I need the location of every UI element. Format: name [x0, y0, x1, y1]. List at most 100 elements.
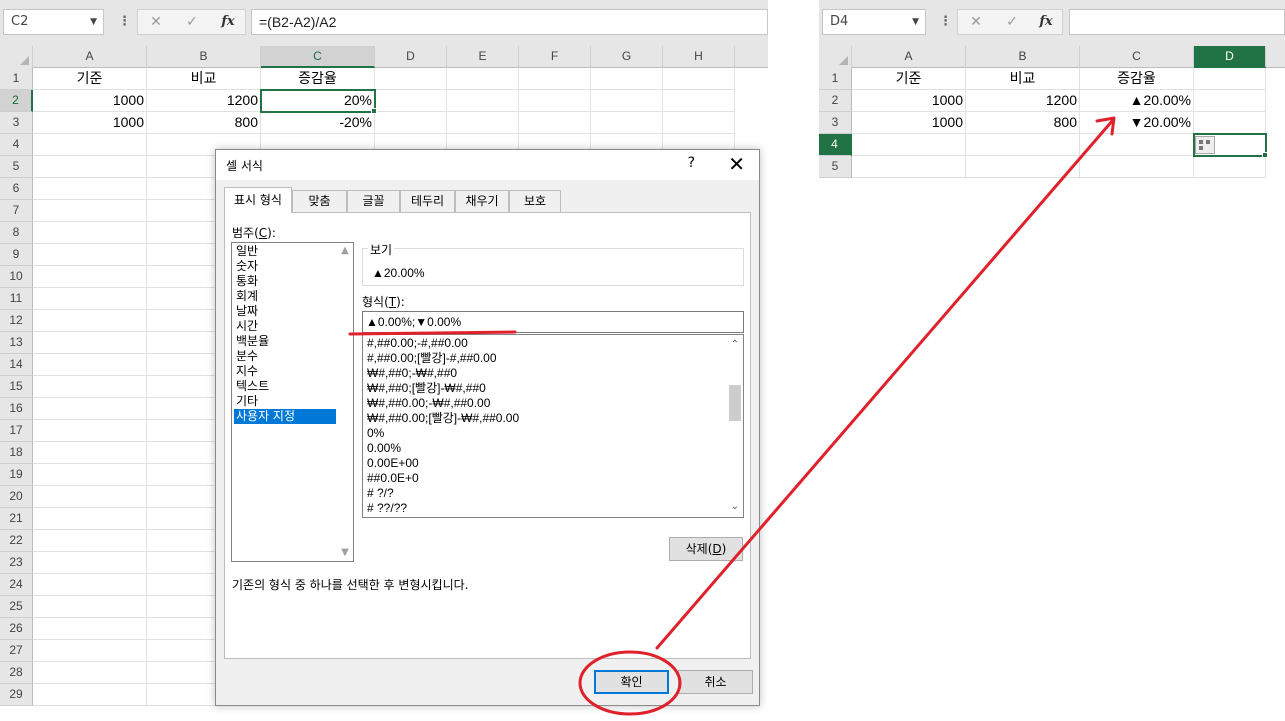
cell-a24[interactable]: [33, 574, 147, 596]
row-header-6[interactable]: 6: [0, 178, 33, 200]
row-header-4[interactable]: 4: [819, 134, 852, 156]
column-header-a[interactable]: A: [33, 46, 147, 68]
cancel-formula-button[interactable]: ✕: [962, 10, 990, 34]
formula-input[interactable]: [1069, 9, 1285, 35]
tab-fill[interactable]: 채우기: [455, 190, 509, 212]
row-header-25[interactable]: 25: [0, 596, 33, 618]
cell-a3[interactable]: 1000: [852, 112, 966, 134]
row-header-14[interactable]: 14: [0, 354, 33, 376]
cell-a15[interactable]: [33, 376, 147, 398]
cell-g1[interactable]: [591, 68, 663, 90]
row-header-9[interactable]: 9: [0, 244, 33, 266]
cell-f1[interactable]: [519, 68, 591, 90]
category-item[interactable]: 숫자: [234, 259, 336, 274]
cell-d2[interactable]: [375, 90, 447, 112]
cell-b3[interactable]: 800: [147, 112, 261, 134]
column-header-partial[interactable]: [1266, 46, 1285, 68]
row-header-1[interactable]: 1: [0, 68, 33, 90]
cell-g2[interactable]: [591, 90, 663, 112]
insert-function-button[interactable]: fx: [214, 10, 242, 34]
row-header-20[interactable]: 20: [0, 486, 33, 508]
tab-protection[interactable]: 보호: [509, 190, 561, 212]
category-item[interactable]: 회계: [234, 289, 336, 304]
format-list-item[interactable]: 0.00%: [367, 441, 401, 456]
cell-d1[interactable]: [1194, 68, 1266, 90]
cell-b2[interactable]: 1200: [147, 90, 261, 112]
cell-h2[interactable]: [663, 90, 735, 112]
row-header-2[interactable]: 2: [0, 90, 33, 112]
format-list-item[interactable]: # ??/??: [367, 501, 407, 516]
cell-a1[interactable]: 기준: [33, 68, 147, 90]
cell-a2[interactable]: 1000: [852, 90, 966, 112]
format-list-item[interactable]: # ?/?: [367, 486, 394, 501]
format-list-item[interactable]: 0.00E+00: [367, 456, 419, 471]
row-header-18[interactable]: 18: [0, 442, 33, 464]
cancel-formula-button[interactable]: ✕: [142, 10, 170, 34]
row-header-16[interactable]: 16: [0, 398, 33, 420]
category-item[interactable]: 분수: [234, 349, 336, 364]
scrollbar-thumb[interactable]: [729, 385, 741, 421]
cell-d5[interactable]: [1194, 156, 1266, 178]
cell-a4[interactable]: [852, 134, 966, 156]
row-header-23[interactable]: 23: [0, 552, 33, 574]
cell-b4[interactable]: [966, 134, 1080, 156]
chevron-down-icon[interactable]: ▼: [337, 545, 353, 561]
chevron-up-icon[interactable]: ⌃: [727, 337, 743, 353]
column-header-d[interactable]: D: [1194, 46, 1266, 68]
cell-c1[interactable]: 증감율: [1080, 68, 1194, 90]
cell-c3[interactable]: ▼20.00%: [1080, 112, 1194, 134]
cell-a6[interactable]: [33, 178, 147, 200]
category-item[interactable]: 사용자 지정: [234, 409, 336, 424]
format-list-item[interactable]: #,##0.00;-#,##0.00: [367, 336, 468, 351]
cell-a1[interactable]: 기준: [852, 68, 966, 90]
cell-a7[interactable]: [33, 200, 147, 222]
cell-c1[interactable]: 증감율: [261, 68, 375, 90]
row-header-10[interactable]: 10: [0, 266, 33, 288]
cell-a11[interactable]: [33, 288, 147, 310]
cell-d3[interactable]: [1194, 112, 1266, 134]
delete-button[interactable]: 삭제(D): [669, 537, 743, 561]
row-header-17[interactable]: 17: [0, 420, 33, 442]
tab-border[interactable]: 테두리: [400, 190, 455, 212]
column-header-c[interactable]: C: [261, 46, 375, 68]
name-box[interactable]: C2 ▼: [3, 9, 104, 35]
column-header-c[interactable]: C: [1080, 46, 1194, 68]
select-all-button[interactable]: [819, 46, 852, 68]
format-list-item[interactable]: ₩#,##0.00;-₩#,##0.00: [367, 396, 490, 411]
format-list-item[interactable]: #,##0.00;[빨강]-#,##0.00: [367, 351, 497, 366]
row-header-2[interactable]: 2: [819, 90, 852, 112]
category-scrollbar[interactable]: ▲ ▼: [337, 243, 353, 561]
row-header-5[interactable]: 5: [819, 156, 852, 178]
cell-d1[interactable]: [375, 68, 447, 90]
column-header-partial[interactable]: [735, 46, 768, 68]
chevron-down-icon[interactable]: ▼: [912, 10, 919, 34]
column-header-f[interactable]: F: [519, 46, 591, 68]
cell-a14[interactable]: [33, 354, 147, 376]
cell-a25[interactable]: [33, 596, 147, 618]
chevron-down-icon[interactable]: ⌄: [727, 499, 743, 515]
formula-input[interactable]: =(B2-A2)/A2: [251, 9, 768, 35]
row-header-5[interactable]: 5: [0, 156, 33, 178]
cell-a8[interactable]: [33, 222, 147, 244]
category-item[interactable]: 날짜: [234, 304, 336, 319]
cell-a9[interactable]: [33, 244, 147, 266]
cell-c2[interactable]: ▲20.00%: [1080, 90, 1194, 112]
column-header-b[interactable]: B: [147, 46, 261, 68]
category-item[interactable]: 텍스트: [234, 379, 336, 394]
row-header-11[interactable]: 11: [0, 288, 33, 310]
cell-c4[interactable]: [1080, 134, 1194, 156]
tab-number[interactable]: 표시 형식: [224, 187, 292, 213]
insert-function-button[interactable]: fx: [1032, 10, 1060, 34]
row-header-8[interactable]: 8: [0, 222, 33, 244]
column-header-a[interactable]: A: [852, 46, 966, 68]
row-header-19[interactable]: 19: [0, 464, 33, 486]
more-options-icon[interactable]: ⋮: [118, 13, 131, 31]
cell-b3[interactable]: 800: [966, 112, 1080, 134]
cell-h3[interactable]: [663, 112, 735, 134]
cell-a5[interactable]: [852, 156, 966, 178]
cell-e3[interactable]: [447, 112, 519, 134]
help-button[interactable]: ?: [688, 155, 695, 171]
cell-b5[interactable]: [966, 156, 1080, 178]
row-header-1[interactable]: 1: [819, 68, 852, 90]
cell-h1[interactable]: [663, 68, 735, 90]
